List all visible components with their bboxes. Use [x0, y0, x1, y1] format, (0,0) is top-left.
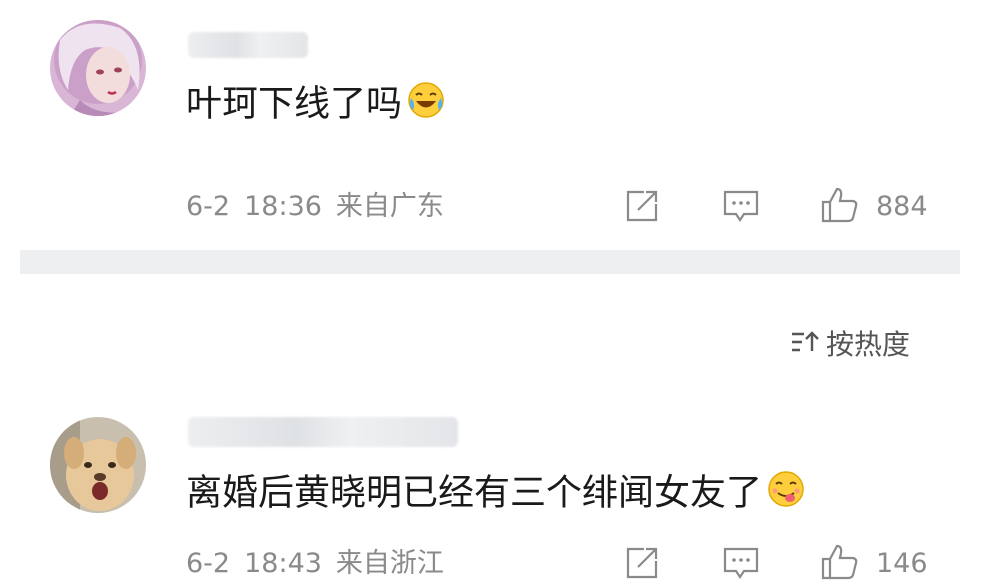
username[interactable]: [188, 32, 308, 58]
comment-text: 离婚后黄晓明已经有三个绯闻女友了: [186, 469, 806, 520]
comment-location: 来自广东: [335, 191, 444, 222]
section-divider: [20, 250, 960, 274]
like-count: 884: [876, 191, 928, 222]
comment-item: 离婚后黄晓明已经有三个绯闻女友了 6-2 18:43 来自浙江 146: [0, 395, 1000, 586]
username[interactable]: [188, 417, 458, 447]
like-count: 146: [876, 548, 928, 579]
sort-by-hot-button[interactable]: 按热度: [790, 327, 910, 364]
sort-label: 按热度: [826, 328, 911, 361]
comment-time: 18:36: [244, 191, 322, 222]
comment-reply-icon[interactable]: [722, 545, 760, 585]
like-icon[interactable]: [820, 543, 860, 585]
dog-avatar-icon: [50, 417, 146, 513]
share-icon[interactable]: [624, 545, 660, 585]
comment-meta: 6-2 18:43 来自浙江: [186, 547, 458, 581]
comment-text: 叶珂下线了吗: [186, 80, 446, 131]
yum-emoji-icon: [766, 469, 806, 520]
comment-time: 18:43: [244, 548, 322, 579]
anime-avatar-icon: [50, 20, 146, 116]
comment-reply-icon[interactable]: [722, 188, 760, 228]
avatar[interactable]: [50, 417, 146, 513]
comment-meta: 6-2 18:36 来自广东: [186, 190, 458, 224]
comment-text-content: 离婚后黄晓明已经有三个绯闻女友了: [186, 472, 763, 514]
comment-text-content: 叶珂下线了吗: [186, 83, 403, 125]
comment-location: 来自浙江: [335, 548, 444, 579]
share-icon[interactable]: [624, 188, 660, 228]
avatar[interactable]: [50, 20, 146, 116]
comment-date: 6-2: [186, 548, 231, 579]
comment-date: 6-2: [186, 191, 231, 222]
like-icon[interactable]: [820, 186, 860, 228]
sort-icon: [790, 328, 820, 364]
comment-item: 叶珂下线了吗 6-2 18:36 来自广东 884: [0, 0, 1000, 250]
laugh-cry-emoji-icon: [406, 80, 446, 131]
